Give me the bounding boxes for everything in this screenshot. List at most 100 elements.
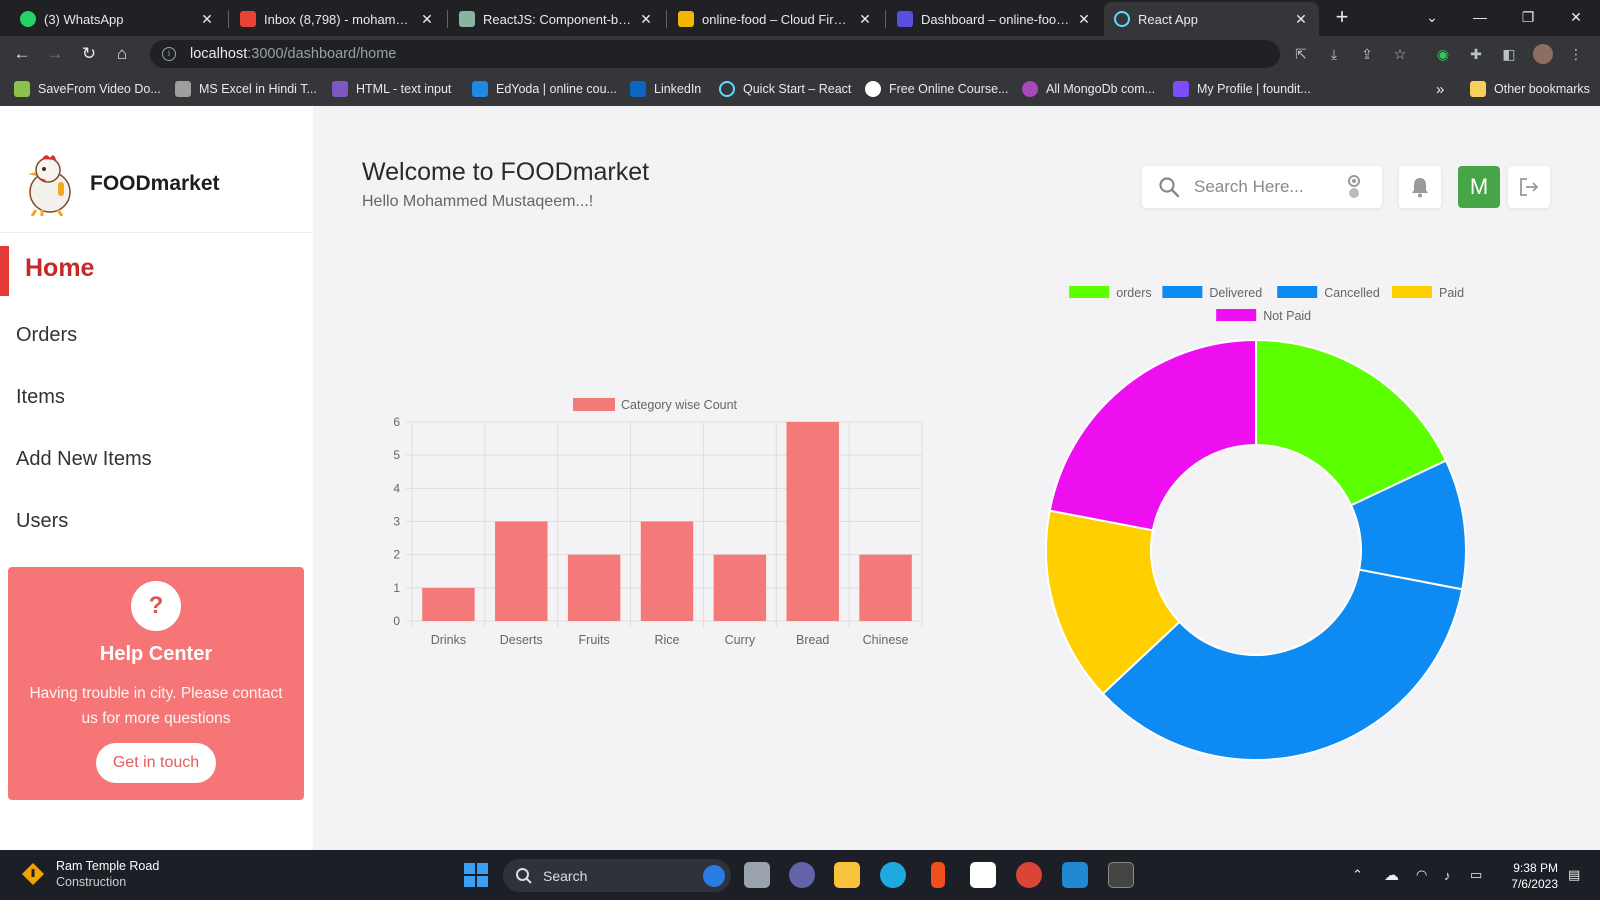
store-icon[interactable] — [970, 862, 996, 888]
windows-start-icon[interactable] — [463, 862, 489, 888]
browser-tab[interactable]: (3) WhatsApp ✕ — [10, 2, 225, 36]
bookmark-item[interactable]: All MongoDb com... — [1022, 72, 1155, 106]
reload-icon[interactable]: ↻ — [77, 42, 101, 66]
bookmark-item[interactable]: Quick Start – React — [719, 72, 851, 106]
url-path: :3000/dashboard/home — [247, 46, 397, 62]
tab-title: Inbox (8,798) - mohammed — [264, 11, 413, 27]
legend-swatch — [1162, 286, 1203, 298]
browser-tab[interactable]: Inbox (8,798) - mohammed ✕ — [230, 2, 445, 36]
linkedin-icon — [630, 81, 646, 97]
close-icon[interactable]: ✕ — [199, 11, 215, 28]
nav-item-orders[interactable]: Orders — [16, 324, 77, 347]
bar — [495, 521, 548, 621]
menu-icon[interactable]: ⋮ — [1566, 44, 1586, 64]
wifi-icon[interactable]: ◠ — [1416, 850, 1427, 900]
y-tick-label: 6 — [393, 415, 400, 429]
tab-search-icon[interactable]: ⌄ — [1412, 0, 1452, 34]
address-bar[interactable]: i localhost:3000/dashboard/home — [150, 40, 1280, 68]
bookmark-item[interactable]: MS Excel in Hindi T... — [175, 72, 317, 106]
browser-tab[interactable]: ReactJS: Component-based ✕ — [449, 2, 664, 36]
search-icon — [516, 867, 532, 884]
stripe-icon — [897, 11, 913, 27]
cloud-icon[interactable]: ☁ — [1384, 850, 1399, 900]
teams-icon[interactable] — [789, 862, 815, 888]
profile-avatar[interactable] — [1533, 44, 1553, 64]
extension-icon[interactable]: ◉ — [1433, 44, 1453, 64]
user-avatar[interactable]: M — [1458, 166, 1500, 208]
close-icon[interactable]: ✕ — [638, 11, 654, 28]
logout-button[interactable] — [1508, 166, 1550, 208]
install-icon[interactable]: ⤓ — [1324, 44, 1344, 64]
system-clock[interactable]: 9:38 PM 7/6/2023 — [1498, 860, 1558, 892]
window-close-icon[interactable]: ✕ — [1556, 0, 1596, 34]
browser-tab[interactable]: Dashboard – online-food – ✕ — [887, 2, 1102, 36]
open-in-app-icon[interactable]: ⇱ — [1291, 44, 1311, 64]
home-icon[interactable]: ⌂ — [110, 42, 134, 66]
site-info-icon[interactable]: i — [162, 47, 176, 61]
taskbar-search[interactable]: Search — [503, 859, 731, 892]
bookmark-item[interactable]: Free Online Course... — [865, 72, 1009, 106]
nav-item-add-new-items[interactable]: Add New Items — [16, 448, 152, 471]
nav-item-items[interactable]: Items — [16, 386, 65, 409]
search-icon[interactable] — [1158, 176, 1180, 198]
url-host: localhost — [190, 46, 248, 62]
other-bookmarks-folder[interactable]: Other bookmarks — [1470, 72, 1590, 106]
bookmark-item[interactable]: My Profile | foundit... — [1173, 72, 1311, 106]
terminal-icon[interactable] — [1108, 862, 1134, 888]
filter-icon[interactable] — [1342, 174, 1366, 200]
x-tick-label: Deserts — [500, 633, 543, 647]
browser-tab[interactable]: online-food – Cloud Firesto ✕ — [668, 2, 883, 36]
bookmark-item[interactable]: SaveFrom Video Do... — [14, 72, 161, 106]
x-tick-label: Chinese — [863, 633, 909, 647]
more-bookmarks-button[interactable]: » — [1436, 72, 1444, 106]
figma-icon[interactable] — [931, 862, 945, 888]
nav-item-home[interactable]: Home — [25, 254, 94, 283]
bookmark-label: SaveFrom Video Do... — [38, 82, 161, 96]
file-explorer-icon[interactable] — [834, 862, 860, 888]
edge-icon[interactable] — [880, 862, 906, 888]
bookmark-label: All MongoDb com... — [1046, 82, 1156, 96]
bar — [422, 587, 475, 621]
battery-icon[interactable]: ▭ — [1470, 850, 1482, 900]
side-panel-icon[interactable]: ◧ — [1499, 44, 1519, 64]
bing-icon — [703, 864, 725, 887]
help-title: Help Center — [99, 643, 213, 665]
nav-item-users[interactable]: Users — [16, 510, 68, 533]
y-tick-label: 1 — [393, 581, 400, 595]
close-icon[interactable]: ✕ — [1293, 11, 1309, 28]
bookmark-item[interactable]: HTML - text input — [332, 72, 451, 106]
bookmark-label: EdYoda | online cou... — [496, 82, 617, 96]
bookmark-star-icon[interactable]: ☆ — [1390, 44, 1410, 64]
back-icon[interactable]: ← — [10, 42, 34, 66]
forward-icon[interactable]: → — [43, 42, 67, 66]
search-input[interactable] — [1194, 177, 1334, 197]
chatgpt-icon — [459, 11, 475, 27]
task-view-icon[interactable] — [744, 862, 770, 888]
weather-widget[interactable]: Ram Temple Road Construction — [20, 858, 159, 890]
bell-icon — [1412, 178, 1428, 198]
maximize-icon[interactable]: ❐ — [1508, 0, 1548, 34]
chevron-up-icon[interactable]: ⌃ — [1352, 850, 1363, 900]
close-icon[interactable]: ✕ — [419, 11, 435, 28]
logo[interactable]: FOODmarket — [22, 152, 220, 216]
browser-tab-active[interactable]: React App ✕ — [1104, 2, 1319, 36]
notification-button[interactable] — [1399, 166, 1441, 208]
bookmark-icon — [175, 81, 191, 97]
bookmark-item[interactable]: EdYoda | online cou... — [472, 72, 617, 106]
bookmark-icon — [472, 81, 488, 97]
bookmark-item[interactable]: LinkedIn — [630, 72, 701, 106]
legend-label: Cancelled — [1324, 286, 1380, 300]
close-icon[interactable]: ✕ — [1076, 11, 1092, 28]
volume-icon[interactable]: ♪ — [1444, 850, 1451, 900]
get-in-touch-button[interactable]: Get in touch — [96, 743, 216, 783]
brand-name: FOODmarket — [90, 172, 220, 195]
minimize-icon[interactable]: — — [1460, 0, 1500, 34]
share-icon[interactable]: ⇪ — [1357, 44, 1377, 64]
puzzle-icon[interactable]: ✚ — [1466, 44, 1486, 64]
chrome-icon[interactable] — [1016, 862, 1042, 888]
new-tab-button[interactable]: + — [1330, 6, 1354, 30]
notification-center-icon[interactable]: ▤ — [1568, 850, 1580, 900]
vscode-icon[interactable] — [1062, 862, 1088, 888]
x-tick-label: Drinks — [431, 633, 466, 647]
close-icon[interactable]: ✕ — [857, 11, 873, 28]
